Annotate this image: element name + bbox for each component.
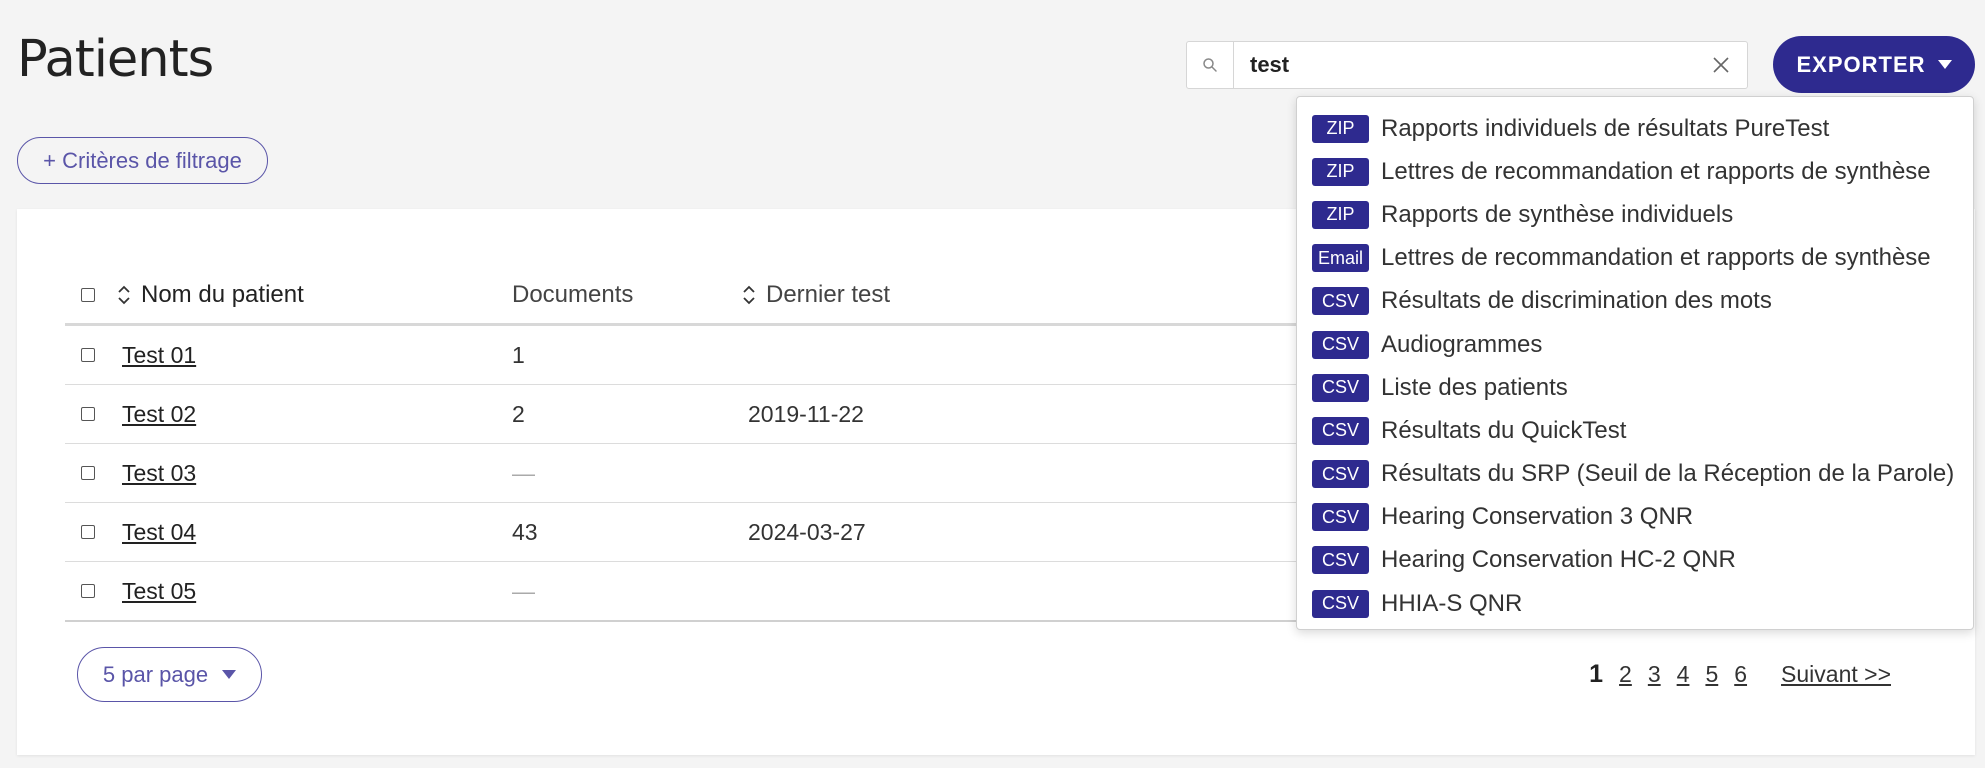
page-link[interactable]: 5 bbox=[1705, 661, 1718, 688]
caret-down-icon bbox=[222, 670, 237, 679]
menu-item-label: Résultats du QuickTest bbox=[1381, 416, 1627, 444]
format-badge: ZIP bbox=[1312, 200, 1369, 229]
page-title: Patients bbox=[17, 30, 214, 89]
row-checkbox[interactable] bbox=[81, 466, 95, 480]
page-link[interactable]: 4 bbox=[1677, 661, 1690, 688]
header-last-test[interactable]: Dernier test bbox=[742, 267, 890, 323]
documents-count: — bbox=[512, 459, 535, 486]
page-link-current: 1 bbox=[1589, 659, 1604, 688]
next-page-link[interactable]: Suivant >> bbox=[1781, 661, 1891, 688]
page-link[interactable]: 2 bbox=[1619, 661, 1632, 688]
format-badge: ZIP bbox=[1312, 157, 1369, 186]
export-menu-item[interactable]: ZIP Rapports de synthèse individuels bbox=[1297, 193, 1973, 236]
last-test-date: 2024-03-27 bbox=[748, 518, 866, 545]
search-icon bbox=[1187, 42, 1234, 88]
row-checkbox[interactable] bbox=[81, 584, 95, 598]
search-input[interactable] bbox=[1234, 42, 1695, 88]
per-page-select[interactable]: 5 par page bbox=[77, 647, 262, 702]
menu-item-label: Lettres de recommandation et rapports de… bbox=[1381, 244, 1931, 272]
menu-item-label: Rapports de synthèse individuels bbox=[1381, 200, 1734, 228]
export-menu-item[interactable]: ZIP Rapports individuels de résultats Pur… bbox=[1297, 107, 1973, 150]
export-menu-item[interactable]: CSV Résultats de discrimination des mots bbox=[1297, 280, 1973, 323]
pagination: 1 2 3 4 5 6 Suivant >> bbox=[1589, 649, 1891, 699]
format-badge: CSV bbox=[1312, 503, 1369, 532]
header-label: Nom du patient bbox=[141, 281, 304, 308]
format-badge: ZIP bbox=[1312, 114, 1369, 143]
row-checkbox[interactable] bbox=[81, 348, 95, 362]
sort-icon bbox=[742, 283, 756, 307]
menu-item-label: Rapports individuels de résultats PureTe… bbox=[1381, 114, 1830, 142]
patient-link[interactable]: Test 05 bbox=[122, 578, 196, 605]
documents-count: 43 bbox=[512, 518, 538, 545]
close-icon[interactable] bbox=[1695, 42, 1747, 88]
last-test-date: 2019-11-22 bbox=[748, 400, 864, 427]
menu-item-label: Résultats du SRP (Seuil de la Réception … bbox=[1381, 460, 1955, 488]
export-menu-item[interactable]: CSV Hearing Conservation 3 QNR bbox=[1297, 496, 1973, 539]
export-menu-item[interactable]: CSV Audiogrammes bbox=[1297, 323, 1973, 366]
export-button[interactable]: EXPORTER bbox=[1773, 36, 1975, 93]
per-page-label: 5 par page bbox=[102, 661, 209, 687]
export-menu-item[interactable]: Email Lettres de recommandation et rappor… bbox=[1297, 237, 1973, 280]
select-all-checkbox[interactable] bbox=[81, 288, 95, 302]
menu-item-label: Audiogrammes bbox=[1381, 330, 1543, 358]
filter-criteria-button[interactable]: + Critères de filtrage bbox=[17, 137, 268, 184]
export-menu-item[interactable]: CSV Liste des patients bbox=[1297, 366, 1973, 409]
format-badge: CSV bbox=[1312, 373, 1369, 402]
menu-item-label: Hearing Conservation HC-2 QNR bbox=[1381, 546, 1736, 574]
format-badge: CSV bbox=[1312, 589, 1369, 618]
documents-count: 1 bbox=[512, 341, 525, 368]
export-menu-item[interactable]: CSV Résultats du SRP (Seuil de la Récepti… bbox=[1297, 453, 1973, 496]
menu-item-label: HHIA-S QNR bbox=[1381, 589, 1523, 617]
format-badge: CSV bbox=[1312, 330, 1369, 359]
select-all-cell bbox=[81, 267, 95, 323]
format-badge: Email bbox=[1312, 244, 1369, 273]
export-menu-item[interactable]: ZIP Lettres de recommandation et rapports… bbox=[1297, 150, 1973, 193]
patient-link[interactable]: Test 04 bbox=[122, 519, 196, 546]
caret-down-icon bbox=[1937, 60, 1952, 69]
documents-count: 2 bbox=[512, 400, 525, 427]
sort-icon bbox=[117, 283, 131, 307]
header-documents: Documents bbox=[512, 267, 633, 323]
page-link[interactable]: 6 bbox=[1734, 661, 1747, 688]
export-dropdown-menu: ZIP Rapports individuels de résultats Pur… bbox=[1296, 96, 1974, 630]
format-badge: CSV bbox=[1312, 416, 1369, 445]
patient-link[interactable]: Test 01 bbox=[122, 342, 196, 369]
menu-item-label: Hearing Conservation 3 QNR bbox=[1381, 503, 1694, 531]
row-checkbox[interactable] bbox=[81, 525, 95, 539]
export-menu-item[interactable]: CSV Hearing Conservation HC-2 QNR bbox=[1297, 539, 1973, 582]
menu-item-label: Lettres de recommandation et rapports de… bbox=[1381, 157, 1931, 185]
page-link[interactable]: 3 bbox=[1648, 661, 1661, 688]
export-menu-item[interactable]: CSV Résultats du QuickTest bbox=[1297, 409, 1973, 452]
format-badge: CSV bbox=[1312, 287, 1369, 316]
menu-item-label: Résultats de discrimination des mots bbox=[1381, 287, 1772, 315]
patient-link[interactable]: Test 02 bbox=[122, 401, 196, 428]
header-patient-name[interactable]: Nom du patient bbox=[117, 267, 304, 323]
export-button-label: EXPORTER bbox=[1796, 51, 1926, 77]
header-label: Documents bbox=[512, 281, 634, 308]
header-label: Dernier test bbox=[766, 281, 891, 308]
format-badge: CSV bbox=[1312, 546, 1369, 575]
format-badge: CSV bbox=[1312, 460, 1369, 489]
row-checkbox[interactable] bbox=[81, 407, 95, 421]
patient-link[interactable]: Test 03 bbox=[122, 460, 196, 487]
export-menu-item[interactable]: CSV HHIA-S QNR bbox=[1297, 582, 1973, 625]
documents-count: — bbox=[512, 577, 535, 604]
search-box bbox=[1186, 41, 1748, 89]
menu-item-label: Liste des patients bbox=[1381, 373, 1568, 401]
